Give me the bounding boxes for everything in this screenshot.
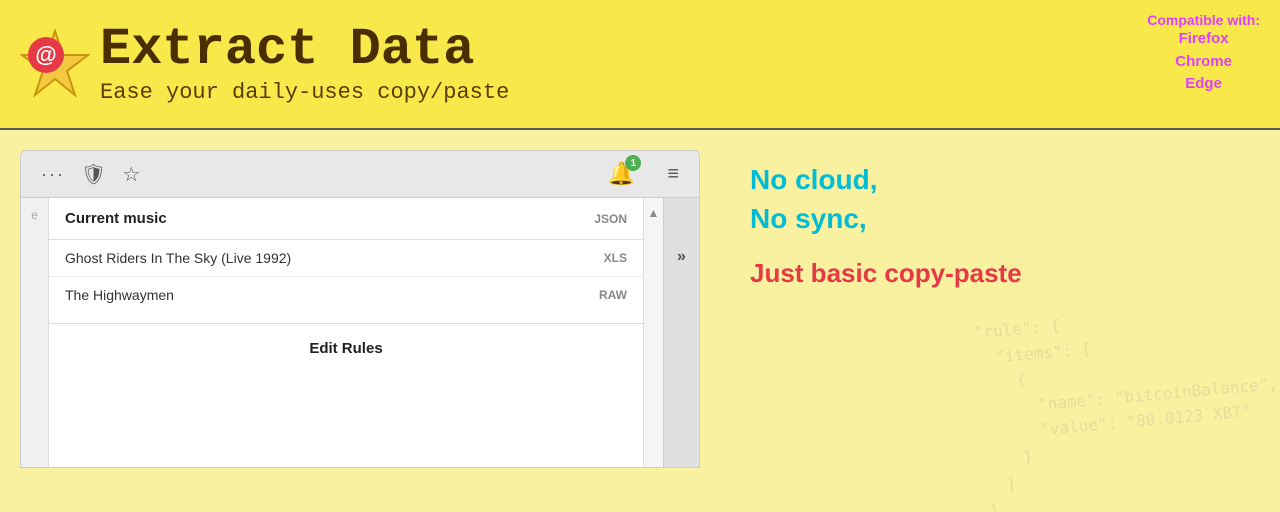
popup-row2-value: The Highwaymen	[65, 287, 174, 303]
chevron-right-icon[interactable]: »	[663, 198, 699, 467]
just-basic-copy-paste-text: Just basic copy-paste	[750, 258, 1250, 289]
xls-export-button[interactable]: XLS	[604, 251, 627, 265]
extension-icon-container: 🔔 1	[608, 161, 635, 187]
popup-row1-value: Ghost Riders In The Sky (Live 1992)	[65, 250, 291, 266]
bookmark-star-icon[interactable]: ☆	[122, 162, 140, 187]
browser-left-edge: e	[21, 198, 49, 467]
header: @ Extract Data Ease your daily-uses copy…	[0, 0, 1280, 130]
compat-label: Compatible with:	[1147, 12, 1260, 28]
scroll-up-arrow[interactable]: ▲	[648, 206, 660, 220]
raw-export-button[interactable]: RAW	[599, 288, 627, 302]
popup-header-row: Current music JSON	[49, 198, 643, 240]
scrollbar[interactable]: ▲	[643, 198, 663, 467]
edit-rules-button[interactable]: Edit Rules	[309, 340, 382, 357]
popup-footer: Edit Rules	[49, 323, 643, 374]
extension-popup: Current music JSON Ghost Riders In The S…	[49, 198, 643, 467]
dots-menu-icon[interactable]: ···	[41, 164, 65, 185]
firefox-label: Firefox	[1147, 28, 1260, 51]
no-cloud-no-sync-text: No cloud, No sync,	[750, 160, 1250, 238]
notification-badge: 1	[625, 155, 641, 171]
pocket-icon[interactable]: 🛡	[81, 162, 106, 187]
header-text: Extract Data Ease your daily-uses copy/p…	[100, 24, 509, 105]
browser-panel: ··· 🛡 ☆ 🔔 1 ≡ e Current music JSON Ghost…	[0, 130, 720, 512]
chrome-label: Chrome	[1147, 51, 1260, 74]
background-json-watermark: "rule": { "items": [ { "name": "bitcoinB…	[973, 295, 1280, 512]
browser-toolbar: ··· 🛡 ☆ 🔔 1 ≡	[20, 150, 700, 198]
compat-box: Compatible with: Firefox Chrome Edge	[1147, 12, 1260, 96]
logo-icon: @	[20, 29, 90, 99]
header-title: Extract Data	[100, 24, 509, 76]
at-badge: @	[28, 37, 64, 73]
main-content: ··· 🛡 ☆ 🔔 1 ≡ e Current music JSON Ghost…	[0, 130, 1280, 512]
json-export-button[interactable]: JSON	[594, 212, 627, 226]
no-cloud-line: No cloud,	[750, 164, 878, 195]
browser-content: e Current music JSON Ghost Riders In The…	[20, 198, 700, 468]
popup-data-row-2: The Highwaymen RAW	[49, 277, 643, 313]
popup-title: Current music	[65, 210, 167, 227]
popup-data-row-1: Ghost Riders In The Sky (Live 1992) XLS	[49, 240, 643, 277]
edge-label: Edge	[1147, 73, 1260, 96]
logo-area: @ Extract Data Ease your daily-uses copy…	[20, 24, 509, 105]
no-sync-line: No sync,	[750, 203, 867, 234]
compat-browsers: Firefox Chrome Edge	[1147, 28, 1260, 96]
hamburger-menu-icon[interactable]: ≡	[667, 163, 679, 186]
right-info-panel: No cloud, No sync, Just basic copy-paste…	[720, 130, 1280, 512]
header-subtitle: Ease your daily-uses copy/paste	[100, 80, 509, 105]
